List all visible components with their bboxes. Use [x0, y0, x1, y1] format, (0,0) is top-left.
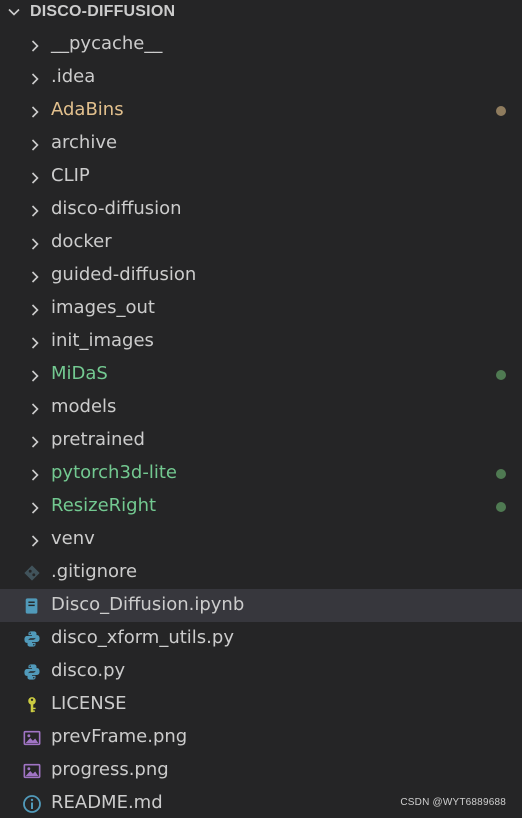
file-label: prevFrame.png [51, 726, 188, 747]
modified-status-dot [496, 106, 506, 116]
chevron-down-icon [8, 8, 20, 16]
file-item[interactable]: LICENSE [0, 688, 522, 721]
chevron-right-icon[interactable] [28, 235, 42, 250]
folder-label: venv [51, 528, 95, 549]
folder-label: pytorch3d-lite [51, 462, 177, 483]
untracked-status-dot [496, 469, 506, 479]
file-item[interactable]: .gitignore [0, 556, 522, 589]
chevron-right-icon[interactable] [28, 136, 42, 151]
chevron-right-icon[interactable] [28, 103, 42, 118]
folder-item[interactable]: MiDaS [0, 358, 522, 391]
folder-item[interactable]: guided-diffusion [0, 259, 522, 292]
info-icon [22, 794, 42, 814]
untracked-status-dot [496, 502, 506, 512]
folder-item[interactable]: models [0, 391, 522, 424]
chevron-right-icon[interactable] [28, 169, 42, 184]
chevron-right-icon[interactable] [28, 367, 42, 382]
file-explorer: DISCO-DIFFUSION __pycache__ .idea AdaBins a… [0, 0, 522, 818]
folder-label: .idea [51, 66, 96, 87]
folder-item[interactable]: archive [0, 127, 522, 160]
folder-item[interactable]: pretrained [0, 424, 522, 457]
folder-label: archive [51, 132, 118, 153]
folder-label: MiDaS [51, 363, 108, 384]
chevron-right-icon[interactable] [28, 400, 42, 415]
folder-item[interactable]: CLIP [0, 160, 522, 193]
chevron-right-icon[interactable] [28, 334, 42, 349]
untracked-status-dot [496, 370, 506, 380]
file-item[interactable]: progress.png [0, 754, 522, 787]
folder-label: __pycache__ [51, 33, 163, 54]
folder-label: ResizeRight [51, 495, 157, 516]
folder-item[interactable]: .idea [0, 61, 522, 94]
file-label: README.md [51, 792, 163, 813]
git-icon [22, 563, 42, 583]
chevron-right-icon[interactable] [28, 532, 42, 547]
folder-label: images_out [51, 297, 155, 318]
folder-label: models [51, 396, 117, 417]
folder-item[interactable]: venv [0, 523, 522, 556]
file-label: Disco_Diffusion.ipynb [51, 594, 245, 615]
file-item[interactable]: prevFrame.png [0, 721, 522, 754]
license-key-icon [22, 695, 42, 715]
folder-item[interactable]: AdaBins [0, 94, 522, 127]
file-item[interactable]: disco_xform_utils.py [0, 622, 522, 655]
folder-item[interactable]: pytorch3d-lite [0, 457, 522, 490]
chevron-right-icon[interactable] [28, 433, 42, 448]
chevron-right-icon[interactable] [28, 499, 42, 514]
folder-title: DISCO-DIFFUSION [30, 3, 176, 20]
file-label: LICENSE [51, 693, 127, 714]
chevron-right-icon[interactable] [28, 202, 42, 217]
folder-item[interactable]: __pycache__ [0, 28, 522, 61]
python-icon [22, 662, 42, 682]
image-icon [22, 728, 42, 748]
folder-item[interactable]: docker [0, 226, 522, 259]
file-item-selected[interactable]: Disco_Diffusion.ipynb [0, 589, 522, 622]
file-label: disco.py [51, 660, 126, 681]
watermark-text: CSDN @WYT6889688 [400, 797, 506, 808]
chevron-right-icon[interactable] [28, 37, 42, 52]
file-label: .gitignore [51, 561, 138, 582]
folder-item[interactable]: ResizeRight [0, 490, 522, 523]
folder-label: pretrained [51, 429, 145, 450]
file-item[interactable]: disco.py [0, 655, 522, 688]
chevron-right-icon[interactable] [28, 466, 42, 481]
folder-item[interactable]: init_images [0, 325, 522, 358]
python-icon [22, 629, 42, 649]
folder-label: init_images [51, 330, 154, 351]
notebook-icon [22, 596, 42, 616]
folder-label: AdaBins [51, 99, 124, 120]
folder-label: CLIP [51, 165, 90, 186]
file-label: disco_xform_utils.py [51, 627, 234, 648]
folder-label: docker [51, 231, 112, 252]
folder-section-header[interactable]: DISCO-DIFFUSION [0, 0, 522, 24]
file-label: progress.png [51, 759, 169, 780]
folder-item[interactable]: disco-diffusion [0, 193, 522, 226]
folder-item[interactable]: images_out [0, 292, 522, 325]
chevron-right-icon[interactable] [28, 268, 42, 283]
folder-label: guided-diffusion [51, 264, 197, 285]
image-icon [22, 761, 42, 781]
chevron-right-icon[interactable] [28, 70, 42, 85]
folder-label: disco-diffusion [51, 198, 182, 219]
chevron-right-icon[interactable] [28, 301, 42, 316]
